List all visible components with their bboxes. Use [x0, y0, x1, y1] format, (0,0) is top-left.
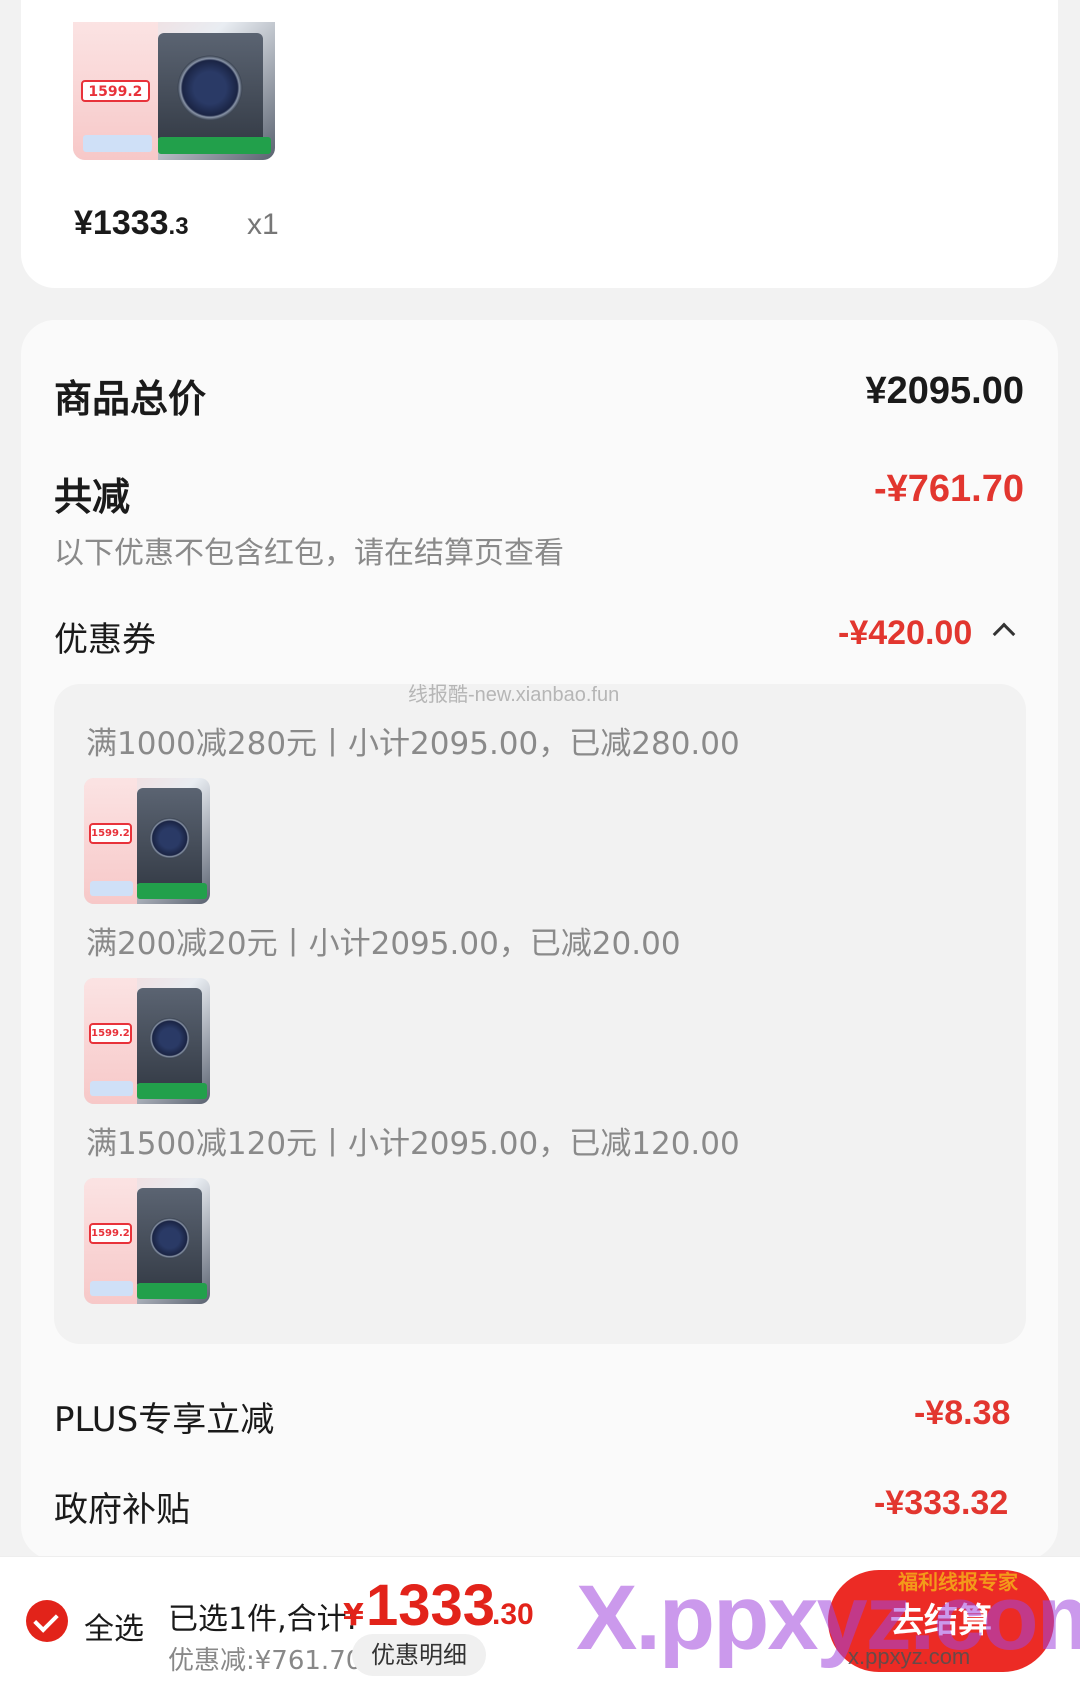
- total-amount-decimal: .30: [492, 1598, 534, 1631]
- gov-subsidy-value: -¥333.32: [874, 1484, 1009, 1522]
- total-discount-label: 共减: [54, 475, 131, 519]
- watermark-text: 线报酷-new.xianbao.fun: [408, 684, 620, 706]
- discount-summary-text: 优惠减:¥761.70: [168, 1646, 363, 1676]
- total-currency: ¥: [343, 1598, 364, 1633]
- washing-machine-image: [157, 33, 263, 144]
- thumbnail-badge: [83, 135, 152, 152]
- thumbnail-green-banner: [157, 136, 271, 155]
- watermark-url: x.ppxyz.com: [848, 1644, 971, 1669]
- gov-subsidy-label: 政府补贴: [54, 1490, 190, 1530]
- product-thumbnail[interactable]: 1599.2: [73, 22, 275, 160]
- plus-discount-label: PLUS专享立减: [54, 1400, 275, 1440]
- coupon-value[interactable]: -¥420.00: [838, 614, 972, 653]
- product-price: ¥1333.3: [74, 204, 189, 242]
- product-quantity: x1: [247, 208, 279, 241]
- discount-note: 以下优惠不包含红包，请在结算页查看: [54, 536, 564, 571]
- total-price-label: 商品总价: [54, 377, 207, 421]
- coupon-line: 满1500减120元丨小计2095.00，已减120.00: [86, 1126, 740, 1162]
- coupon-label: 优惠券: [54, 620, 156, 660]
- coupon-product-thumbnail[interactable]: 1599.2: [84, 778, 210, 904]
- thumbnail-price-tag: 1599.2: [81, 79, 150, 103]
- total-discount-value: -¥761.70: [873, 468, 1024, 510]
- plus-discount-value: -¥8.38: [914, 1394, 1011, 1432]
- total-amount-integer: 1333: [366, 1573, 496, 1638]
- coupon-product-thumbnail[interactable]: 1599.2: [84, 1178, 210, 1304]
- select-all-checkbox[interactable]: [26, 1600, 68, 1642]
- coupon-line: 满1000减280元丨小计2095.00，已减280.00: [86, 726, 740, 762]
- discount-detail-button[interactable]: 优惠明细: [352, 1634, 486, 1676]
- watermark-badge: 福利线报专家: [898, 1570, 1018, 1594]
- coupon-product-thumbnail[interactable]: 1599.2: [84, 978, 210, 1104]
- coupon-line: 满200减20元丨小计2095.00，已减20.00: [86, 926, 681, 962]
- total-price-value: ¥2095.00: [865, 370, 1025, 412]
- select-all-label[interactable]: 全选: [84, 1604, 144, 1648]
- selected-count-text: 已选1件,合计:: [168, 1602, 357, 1637]
